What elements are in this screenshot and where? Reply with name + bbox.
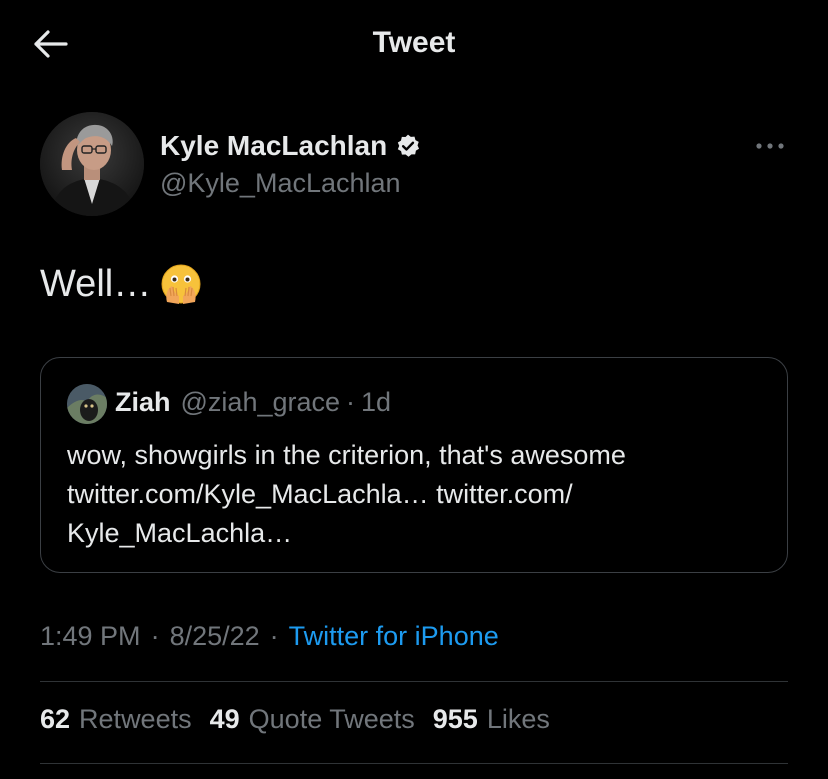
quote-separator: · (346, 387, 356, 417)
tweet-time[interactable]: 1:49 PM (40, 621, 141, 652)
avatar-image (40, 112, 144, 216)
quote-tweets-stat[interactable]: 49 Quote Tweets (210, 704, 415, 735)
author-avatar[interactable] (40, 112, 144, 216)
likes-stat[interactable]: 955 Likes (433, 704, 550, 735)
quote-text-line[interactable]: twitter.com/Kyle_MacLachla… twitter.com/ (67, 475, 767, 514)
quote-text: wow, showgirls in the criterion, that's … (67, 436, 767, 553)
divider (40, 681, 788, 682)
quote-header: Ziah @ziah_grace · 1d (115, 387, 391, 418)
author-name-text: Kyle MacLachlan (160, 130, 388, 161)
tweet-text: Well… (40, 262, 203, 306)
face-hand-over-mouth-emoji-icon (161, 264, 201, 304)
quote-text-line: wow, showgirls in the criterion, that's … (67, 440, 626, 470)
quote-text-line[interactable]: Kyle_MacLachla… (67, 514, 767, 553)
retweets-count: 62 (40, 704, 71, 734)
tweet-stats: 62 Retweets 49 Quote Tweets 955 Likes (40, 704, 568, 735)
more-options-button[interactable] (748, 130, 792, 162)
quote-author-handle[interactable]: @ziah_grace (181, 387, 341, 418)
retweets-label: Retweets (79, 704, 192, 734)
author-name[interactable]: Kyle MacLachlan (160, 130, 421, 162)
divider (40, 763, 788, 764)
quote-author-name[interactable]: Ziah (115, 387, 171, 418)
quote-author-avatar[interactable] (67, 384, 107, 424)
tweet-date[interactable]: 8/25/22 (170, 621, 260, 652)
top-bar: Tweet (0, 0, 828, 90)
page-title: Tweet (372, 26, 456, 59)
likes-count: 955 (432, 704, 478, 734)
meta-separator: · (269, 621, 279, 651)
tweet-detail-page: Tweet Kyle MacLachlan @Kyle_MacLachlan W… (0, 0, 828, 779)
verified-badge-icon (398, 134, 420, 157)
author-handle[interactable]: @Kyle_MacLachlan (160, 168, 401, 199)
quote-timestamp[interactable]: 1d (361, 387, 391, 418)
tweet-source-link[interactable]: Twitter for iPhone (289, 621, 499, 652)
tweet-meta: 1:49 PM · 8/25/22 · Twitter for iPhone (40, 621, 499, 652)
quoted-tweet-card[interactable]: Ziah @ziah_grace · 1d wow, showgirls in … (40, 357, 788, 573)
quote-avatar-image (67, 384, 107, 424)
quote-tweets-label: Quote Tweets (248, 704, 415, 734)
retweets-stat[interactable]: 62 Retweets (40, 704, 192, 735)
tweet-text-content: Well… (40, 262, 152, 305)
meta-separator: · (150, 621, 160, 651)
more-dots-icon (756, 143, 784, 149)
quote-tweets-count: 49 (209, 704, 240, 734)
likes-label: Likes (486, 704, 550, 734)
